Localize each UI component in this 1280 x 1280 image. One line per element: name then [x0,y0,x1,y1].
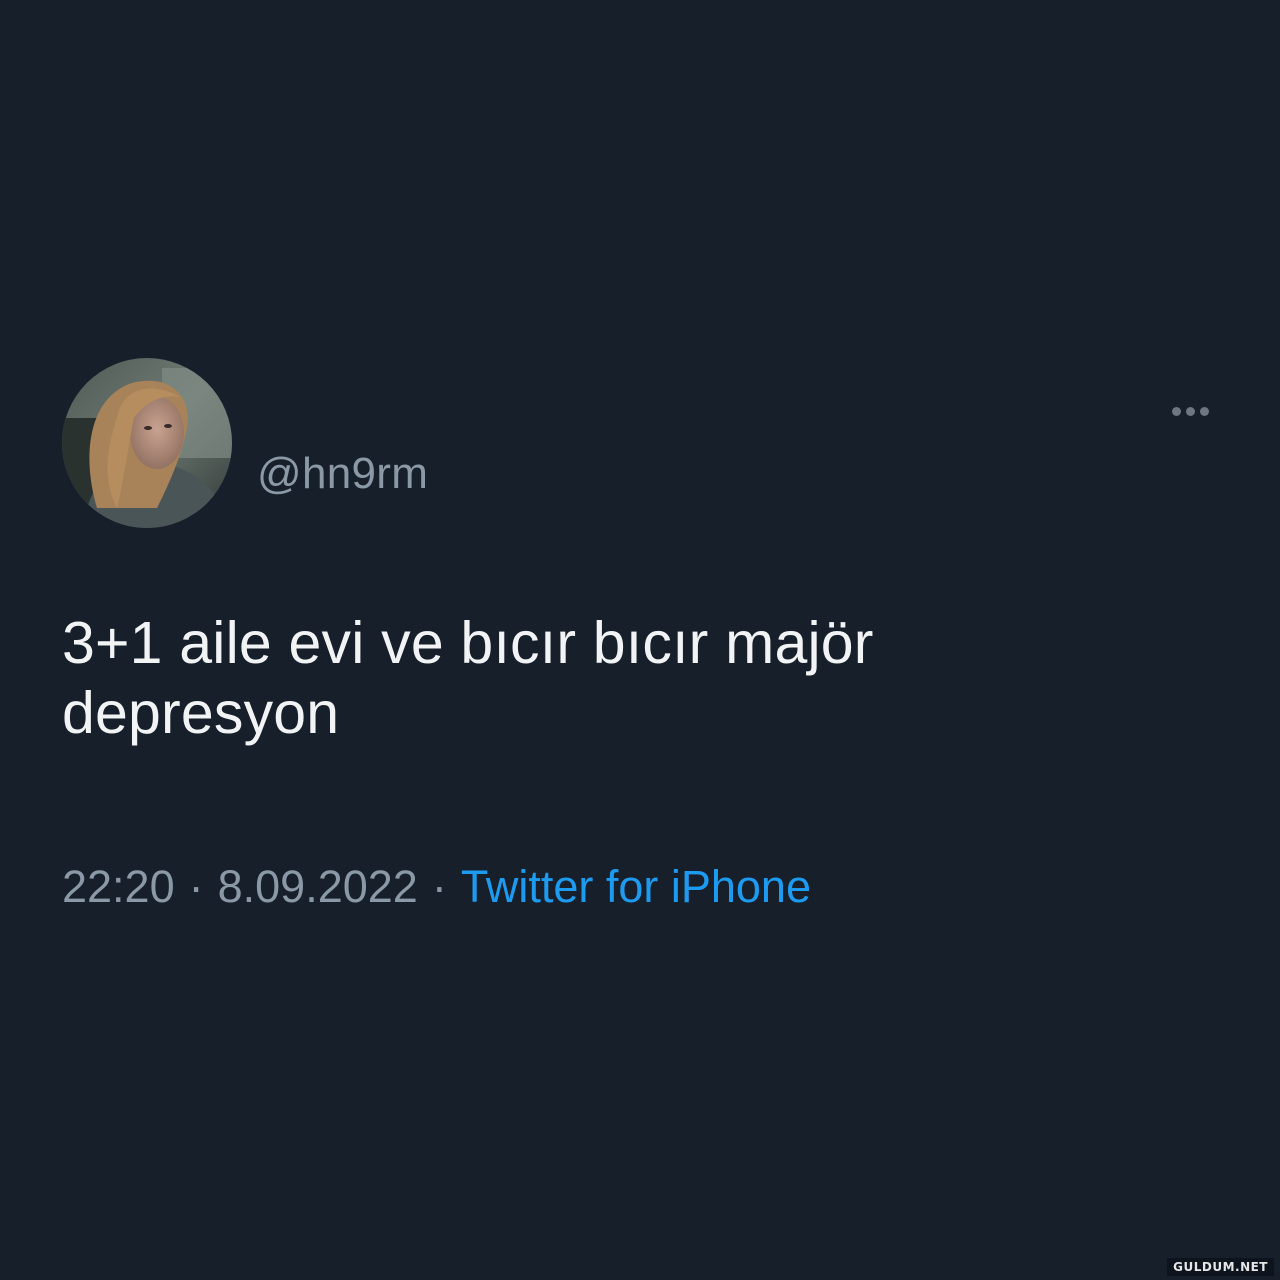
dot-icon [1185,406,1195,416]
site-watermark: GULDUM.NET [1167,1258,1274,1276]
tweet-time[interactable]: 22:20 [62,861,175,912]
tweet-date[interactable]: 8.09.2022 [218,861,418,912]
meta-separator: · [188,861,204,912]
tweet-text: 3+1 aile evi ve bıcır bıcır majör depres… [62,608,1062,748]
tweet-source-link[interactable]: Twitter for iPhone [461,861,811,912]
meta-separator: · [431,861,447,912]
dot-icon [1199,406,1209,416]
user-handle[interactable]: @hn9rm [257,448,428,500]
tweet-text-line: depresyon [62,680,340,746]
avatar[interactable] [62,358,232,528]
more-options-icon[interactable] [1164,396,1216,426]
avatar-photo [62,358,232,528]
tweet-meta: 22:20 · 8.09.2022 · Twitter for iPhone [62,860,811,914]
tweet-text-line: 3+1 aile evi ve bıcır bıcır majör [62,610,874,676]
dot-icon [1171,406,1181,416]
